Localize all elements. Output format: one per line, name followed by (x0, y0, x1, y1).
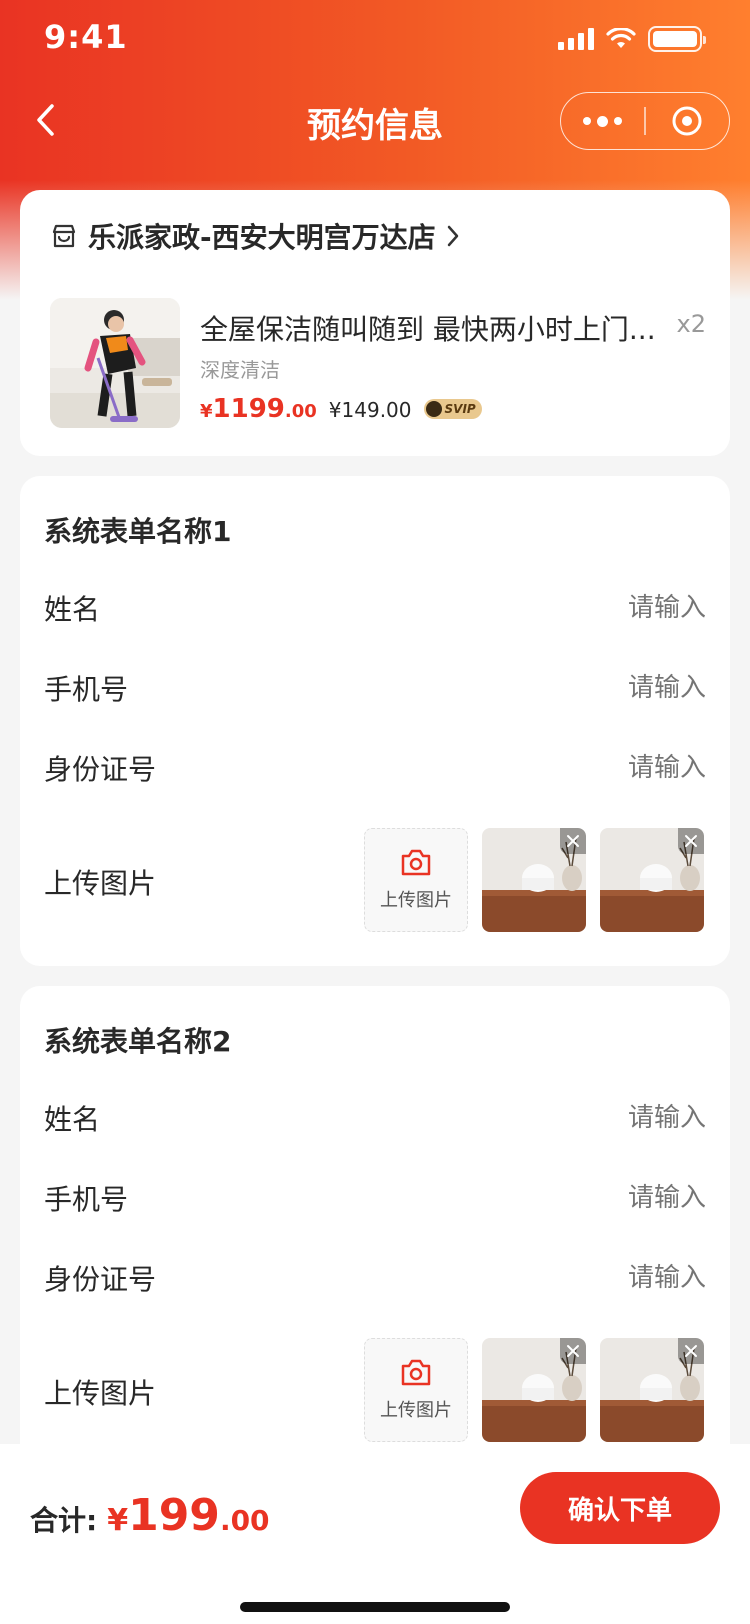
upload-label: 上传图片 (44, 1377, 157, 1410)
signal-icon (558, 28, 594, 50)
confirm-order-button[interactable]: 确认下单 (520, 1472, 720, 1544)
status-bar: 9:41 (0, 0, 750, 80)
product-spec: 深度清洁 (200, 358, 280, 382)
form-row-phone: 手机号 (44, 658, 706, 718)
chevron-right-icon (447, 225, 458, 247)
phone-input[interactable] (506, 673, 706, 703)
camera-icon (401, 1359, 431, 1386)
upload-image-button[interactable]: 上传图片 (364, 828, 468, 932)
upload-image-button[interactable]: 上传图片 (364, 1338, 468, 1442)
more-dots-icon (583, 115, 623, 127)
form-row-name: 姓名 (44, 1088, 706, 1148)
product-name: 全屋保洁随叫随到 最快两小时上门... (200, 313, 656, 346)
close-icon (567, 1345, 579, 1357)
form-title: 系统表单名称2 (44, 1025, 232, 1058)
store-icon (52, 224, 76, 248)
vip-price: ¥149.00 (328, 398, 412, 422)
product-quantity: x2 (676, 310, 706, 338)
upload-button-text: 上传图片 (380, 890, 452, 911)
upload-button-text: 上传图片 (380, 1400, 452, 1421)
form-title: 系统表单名称1 (44, 515, 232, 548)
product-price: ¥1199.00 (200, 394, 317, 424)
close-icon (567, 835, 579, 847)
close-mini-program-button[interactable] (646, 93, 729, 149)
store-name: 乐派家政-西安大明宫万达店 (88, 221, 436, 254)
id-number-input[interactable] (506, 1263, 706, 1293)
form-row-name: 姓名 (44, 578, 706, 638)
remove-image-button[interactable] (560, 828, 586, 854)
status-icons (558, 26, 706, 52)
more-button[interactable] (561, 93, 644, 149)
order-card: 乐派家政-西安大明宫万达店 全屋保洁随叫随到 最快两小时上门... x2 深度清… (20, 190, 730, 456)
home-indicator (240, 1602, 510, 1612)
battery-icon (648, 26, 706, 52)
footer-bar: 合计: ¥199.00 确认下单 (0, 1444, 750, 1624)
svip-icon (425, 401, 442, 417)
uploaded-image (482, 828, 586, 932)
price-row: ¥1199.00 ¥149.00 SVIP (200, 394, 482, 424)
close-icon (685, 1345, 697, 1357)
form-row-id: 身份证号 (44, 1248, 706, 1308)
uploaded-image (600, 828, 704, 932)
store-link[interactable]: 乐派家政-西安大明宫万达店 (50, 216, 460, 256)
total-label: 合计: (30, 1504, 98, 1537)
uploaded-image (482, 1338, 586, 1442)
form-card: 系统表单名称1 姓名 手机号 身份证号 上传图片 上传图片 (20, 476, 730, 966)
svip-badge: SVIP (423, 399, 482, 419)
status-time: 9:41 (44, 18, 128, 56)
uploaded-image (600, 1338, 704, 1442)
remove-image-button[interactable] (678, 1338, 704, 1364)
field-label: 手机号 (44, 673, 129, 706)
mini-program-capsule (560, 92, 730, 150)
close-icon (685, 835, 697, 847)
upload-label: 上传图片 (44, 867, 157, 900)
remove-image-button[interactable] (678, 828, 704, 854)
form-row-id: 身份证号 (44, 738, 706, 798)
wifi-icon (606, 28, 636, 48)
target-icon (672, 106, 702, 136)
form-card: 系统表单名称2 姓名 手机号 身份证号 上传图片 上传图片 (20, 986, 730, 1466)
remove-image-button[interactable] (560, 1338, 586, 1364)
name-input[interactable] (506, 593, 706, 623)
field-label: 姓名 (44, 593, 101, 626)
form-row-phone: 手机号 (44, 1168, 706, 1228)
field-label: 手机号 (44, 1183, 129, 1216)
field-label: 身份证号 (44, 1263, 157, 1296)
product-image (50, 298, 180, 428)
camera-icon (401, 849, 431, 876)
field-label: 身份证号 (44, 753, 157, 786)
name-input[interactable] (506, 1103, 706, 1133)
phone-input[interactable] (506, 1183, 706, 1213)
field-label: 姓名 (44, 1103, 101, 1136)
id-number-input[interactable] (506, 753, 706, 783)
total-price: ¥199.00 (107, 1490, 270, 1541)
order-total: 合计: ¥199.00 (30, 1490, 270, 1541)
